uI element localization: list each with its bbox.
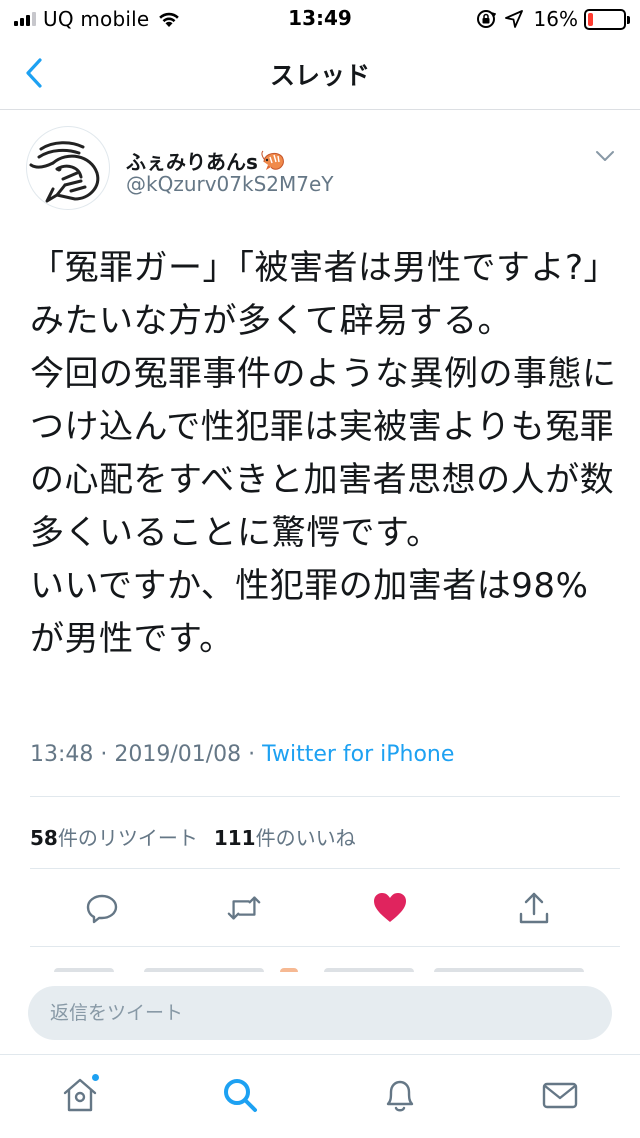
- tab-search[interactable]: [220, 1075, 260, 1115]
- shrimp-avatar-icon: [29, 141, 100, 203]
- like-count: 111: [213, 826, 256, 850]
- notifications-icon: [386, 1080, 414, 1112]
- user-handle[interactable]: @kQzurv07kS2M7eY: [126, 172, 334, 196]
- page-title: スレッド: [269, 61, 370, 90]
- share-icon: [519, 892, 549, 924]
- reply-icon: [86, 894, 118, 924]
- like-label: 件のいいね: [255, 826, 356, 850]
- search-icon: [224, 1079, 257, 1112]
- divider: [30, 796, 620, 797]
- like-icon: [374, 893, 406, 922]
- tweet-meta: 13:48 · 2019/01/08 · Twitter for iPhone: [30, 742, 454, 767]
- tweet-text: 「冤罪ガー」「被害者は男性ですよ?」みたいな方が多くて辟易する。 今回の冤罪事件…: [30, 248, 619, 659]
- chevron-down-icon[interactable]: [594, 148, 616, 164]
- retweet-button[interactable]: [226, 888, 262, 928]
- status-right: 16%: [468, 7, 630, 31]
- retweet-count: 58: [30, 826, 58, 850]
- tab-home[interactable]: [60, 1073, 100, 1115]
- display-name-text: ふぇみりあんs: [126, 150, 258, 174]
- like-stat[interactable]: 111件のいいね: [214, 822, 356, 851]
- battery-icon: [584, 8, 630, 30]
- tweet-actions: [0, 888, 640, 932]
- like-button[interactable]: [372, 888, 408, 928]
- reply-button[interactable]: [84, 888, 120, 928]
- tab-notifications[interactable]: [380, 1075, 420, 1115]
- divider: [30, 868, 620, 869]
- status-bar: UQ mobile 13:49 16%: [0, 0, 640, 38]
- divider: [30, 946, 620, 947]
- tab-bar: [0, 1054, 640, 1138]
- location-icon: [504, 10, 523, 28]
- shrimp-emoji: [261, 150, 284, 170]
- tweet-source-link[interactable]: Twitter for iPhone: [262, 742, 454, 767]
- notification-dot: [91, 1073, 100, 1082]
- compose-bar: [0, 972, 640, 1052]
- share-button[interactable]: [516, 888, 552, 928]
- reply-input[interactable]: [28, 986, 612, 1040]
- retweet-icon: [227, 896, 261, 920]
- display-name[interactable]: ふぇみりあんs: [126, 146, 286, 175]
- retweet-stat[interactable]: 58件のリツイート: [30, 822, 198, 851]
- retweet-label: 件のリツイート: [57, 826, 198, 850]
- screen-rotation-lock-icon: [476, 10, 496, 28]
- messages-icon: [542, 1082, 578, 1109]
- tab-messages[interactable]: [540, 1075, 580, 1115]
- battery-fill: [588, 12, 594, 26]
- tweet-stats: 58件のリツイート 111件のいいね: [30, 822, 356, 851]
- nav-bar: スレッド: [0, 38, 640, 110]
- battery-percent: 16%: [533, 7, 578, 31]
- tweet-timestamp: 13:48 · 2019/01/08 ·: [30, 742, 263, 767]
- avatar[interactable]: [26, 126, 110, 210]
